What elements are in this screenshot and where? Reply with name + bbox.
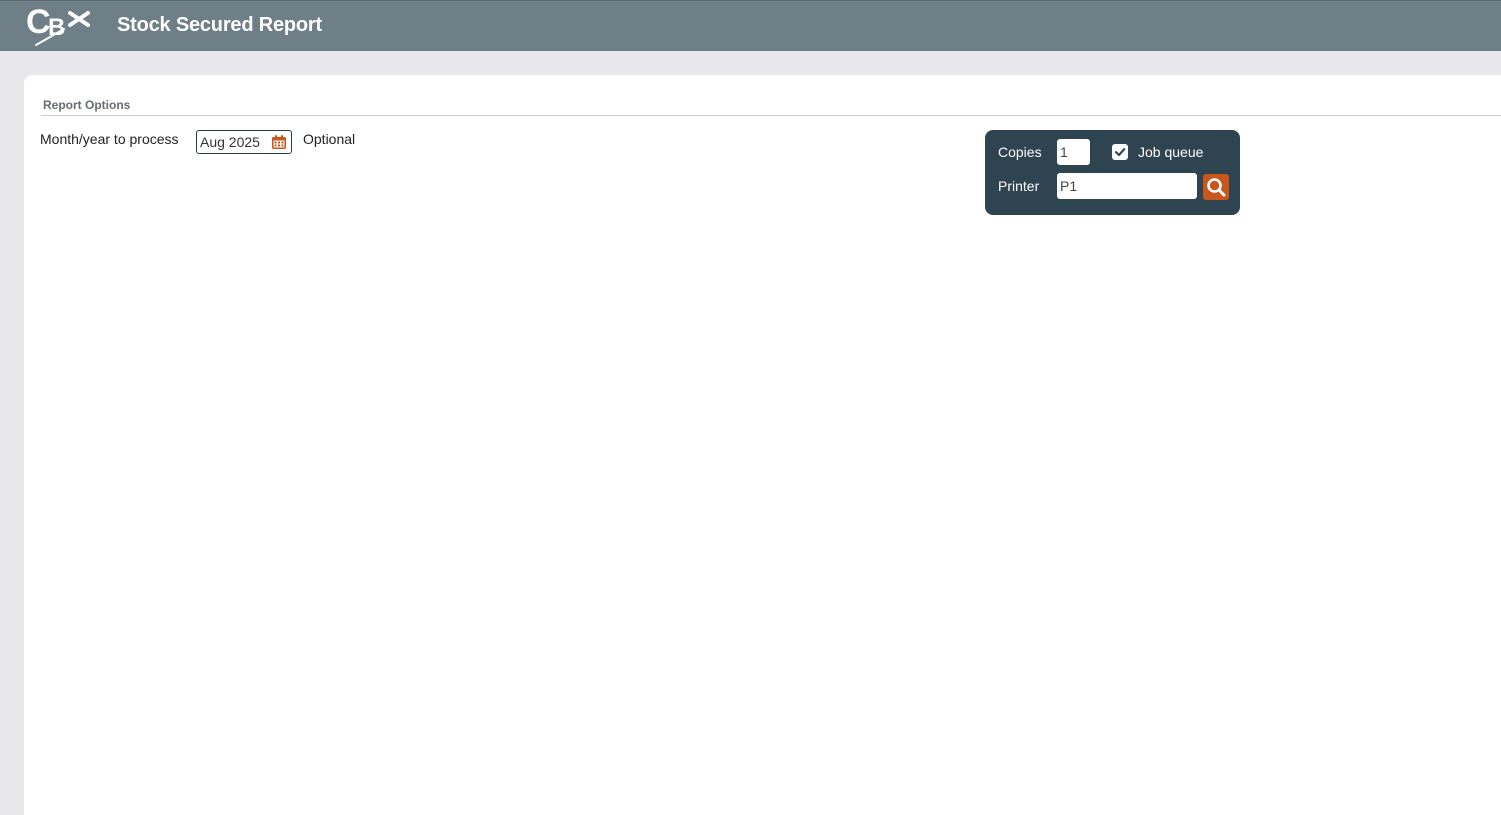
print-options-panel: Copies Job queue Printer — [985, 130, 1240, 215]
calendar-icon[interactable] — [271, 134, 287, 150]
optional-note: Optional — [303, 131, 356, 147]
app-header: C B Stock Secured Report — [0, 0, 1501, 51]
report-options-card: Report Options Month/year to process Opt… — [24, 75, 1501, 815]
printer-input[interactable] — [1057, 173, 1197, 199]
copies-label: Copies — [998, 144, 1042, 160]
cbx-logo[interactable]: C B — [24, 3, 94, 49]
section-divider — [41, 115, 1501, 116]
printer-label: Printer — [998, 178, 1040, 194]
copies-input[interactable] — [1057, 139, 1090, 165]
svg-text:C: C — [26, 3, 51, 41]
month-year-label: Month/year to process — [40, 131, 179, 147]
job-queue-checkbox[interactable] — [1112, 144, 1128, 160]
page-title: Stock Secured Report — [117, 14, 322, 36]
printer-search-button[interactable] — [1203, 174, 1229, 200]
check-icon — [1114, 148, 1126, 157]
month-year-field[interactable] — [196, 130, 292, 154]
search-icon — [1207, 178, 1226, 197]
section-title: Report Options — [43, 98, 131, 112]
month-year-input[interactable] — [197, 131, 268, 153]
job-queue-label[interactable]: Job queue — [1138, 144, 1203, 160]
